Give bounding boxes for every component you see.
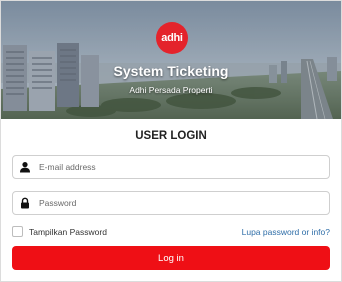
login-button[interactable]: Log in — [12, 246, 330, 270]
password-input[interactable] — [39, 192, 325, 214]
show-password-option[interactable]: Tampilkan Password — [12, 226, 107, 237]
login-card: adhi System Ticketing Adhi Persada Prope… — [0, 0, 342, 282]
login-heading: USER LOGIN — [135, 130, 207, 142]
email-field[interactable] — [12, 155, 330, 179]
email-input[interactable] — [39, 156, 325, 178]
city-background-image — [1, 1, 341, 119]
password-field[interactable] — [12, 191, 330, 215]
forgot-password-link[interactable]: Lupa password or info? — [242, 227, 330, 237]
company-name: Adhi Persada Properti — [129, 85, 213, 95]
show-password-label: Tampilkan Password — [29, 226, 107, 237]
hero-banner: adhi System Ticketing Adhi Persada Prope… — [1, 1, 341, 119]
adhi-logo: adhi — [156, 22, 188, 54]
show-password-checkbox[interactable] — [12, 226, 23, 237]
logo-text: adhi — [161, 32, 183, 44]
lock-icon — [21, 197, 29, 209]
app-title: System Ticketing — [113, 63, 229, 79]
user-icon — [20, 162, 30, 173]
